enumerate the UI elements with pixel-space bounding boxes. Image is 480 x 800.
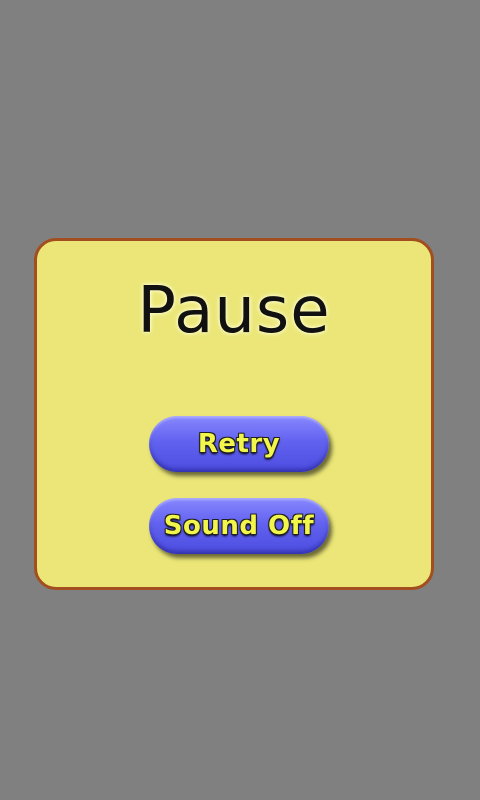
sound-off-button-label: Sound Off bbox=[163, 511, 315, 541]
pause-dialog: Pause Retry Sound Off bbox=[34, 238, 434, 590]
sound-off-button[interactable]: Sound Off bbox=[149, 498, 329, 554]
pause-title: Pause bbox=[137, 274, 331, 348]
retry-button-label: Retry bbox=[197, 429, 281, 459]
retry-button[interactable]: Retry bbox=[149, 416, 329, 472]
